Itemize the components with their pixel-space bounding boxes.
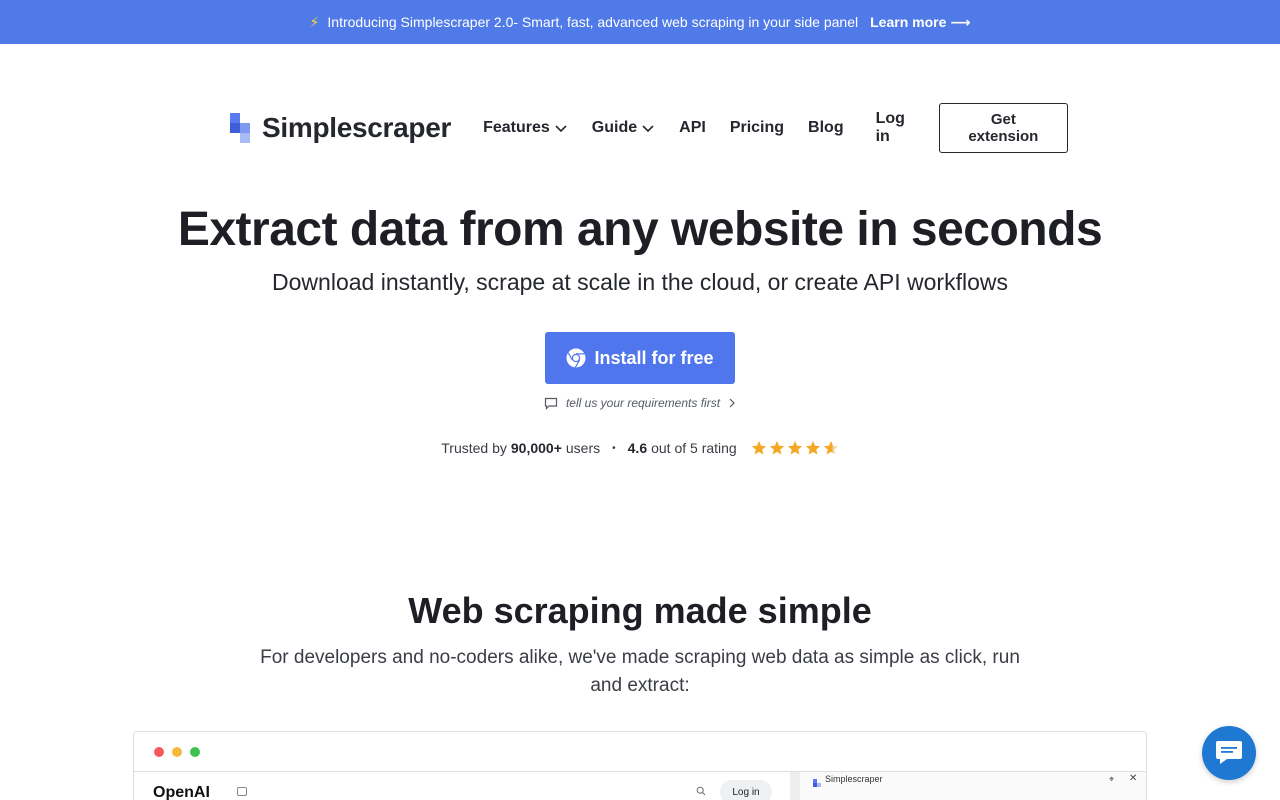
star-icon <box>787 441 802 455</box>
minimize-dot-icon <box>172 746 182 757</box>
close-dot-icon <box>154 746 164 757</box>
browser-title-bar <box>134 732 1146 772</box>
star-icon <box>805 441 820 455</box>
extension-side-panel: Simplescraper ⌖ ✕ <box>790 772 1146 800</box>
nav-api-label: API <box>679 119 706 136</box>
rating-value: 4.6 <box>627 440 648 456</box>
separator-dot: • <box>612 442 616 454</box>
banner-text: Introducing Simplescraper 2.0- Smart, fa… <box>327 14 859 30</box>
browser-content: OpenAI Log in Simplescraper ⌖ ✕ <box>134 772 1146 800</box>
sidebar-toggle-icon <box>237 787 247 796</box>
trust-prefix: Trusted by <box>441 440 507 456</box>
message-icon <box>544 397 558 410</box>
section-subtitle: For developers and no-coders alike, we'v… <box>260 647 1020 696</box>
hero-title: Extract data from any website in seconds <box>177 203 1103 256</box>
chevron-right-icon <box>729 398 735 408</box>
lightning-icon: ⚡ <box>309 13 320 30</box>
nav-features-label: Features <box>483 119 550 136</box>
trust-line: Trusted by 90,000+ users • 4.6 out of 5 … <box>0 440 1280 456</box>
nav-guide-label: Guide <box>591 119 638 136</box>
arrow-right-icon: ⟶ <box>950 13 971 30</box>
chevron-down-icon <box>642 125 654 133</box>
install-label: Install for free <box>594 347 714 368</box>
get-extension-button[interactable]: Get extension <box>938 103 1068 153</box>
logo[interactable]: Simplescraper <box>228 111 451 145</box>
chrome-icon <box>566 348 586 368</box>
nav-api[interactable]: API <box>679 119 706 137</box>
pin-icon: ⌖ <box>1109 774 1115 784</box>
star-rating <box>751 440 839 456</box>
rating-suffix: out of 5 rating <box>651 440 737 456</box>
logo-text: Simplescraper <box>262 112 452 143</box>
nav-guide[interactable]: Guide <box>592 119 655 137</box>
chat-widget-button[interactable] <box>1202 726 1256 780</box>
main-nav: Simplescraper Features Guide API Pricing… <box>228 103 1068 153</box>
panel-scrollbar <box>790 772 800 800</box>
announcement-banner: ⚡ Introducing Simplescraper 2.0- Smart, … <box>0 0 1280 44</box>
learn-more-link[interactable]: Learn more ⟶ <box>870 14 970 31</box>
demo-site-name: OpenAI <box>153 784 210 800</box>
star-icon <box>769 441 784 455</box>
close-icon: ✕ <box>1129 773 1138 784</box>
chevron-down-icon <box>555 125 567 133</box>
nav-blog-label: Blog <box>808 119 844 136</box>
section-title: Web scraping made simple <box>408 590 872 631</box>
demo-login-button: Log in <box>720 780 772 800</box>
search-icon <box>696 786 706 796</box>
requirements-link[interactable]: tell us your requirements first <box>0 396 1280 410</box>
learn-more-label: Learn more <box>870 14 947 30</box>
trust-users-suffix: users <box>565 440 601 456</box>
hero-subtitle: Download instantly, scrape at scale in t… <box>272 269 1008 295</box>
install-for-free-button[interactable]: Install for free <box>545 332 735 384</box>
star-icon <box>751 441 766 455</box>
nav-pricing-label: Pricing <box>729 119 785 136</box>
panel-title: Simplescraper <box>825 774 883 784</box>
chat-bubble-icon <box>1216 741 1242 764</box>
login-link[interactable]: Log in <box>876 110 923 146</box>
nav-features[interactable]: Features <box>483 119 568 137</box>
nav-blog[interactable]: Blog <box>808 119 844 137</box>
requirements-label: tell us your requirements first <box>565 396 721 410</box>
demo-browser-window: OpenAI Log in Simplescraper ⌖ ✕ <box>133 731 1147 800</box>
user-count: 90,000+ <box>510 440 562 456</box>
logo-mark-icon <box>228 111 254 145</box>
star-icon <box>823 441 838 455</box>
maximize-dot-icon <box>190 746 200 757</box>
nav-pricing[interactable]: Pricing <box>730 119 784 137</box>
panel-logo-icon <box>813 775 821 787</box>
